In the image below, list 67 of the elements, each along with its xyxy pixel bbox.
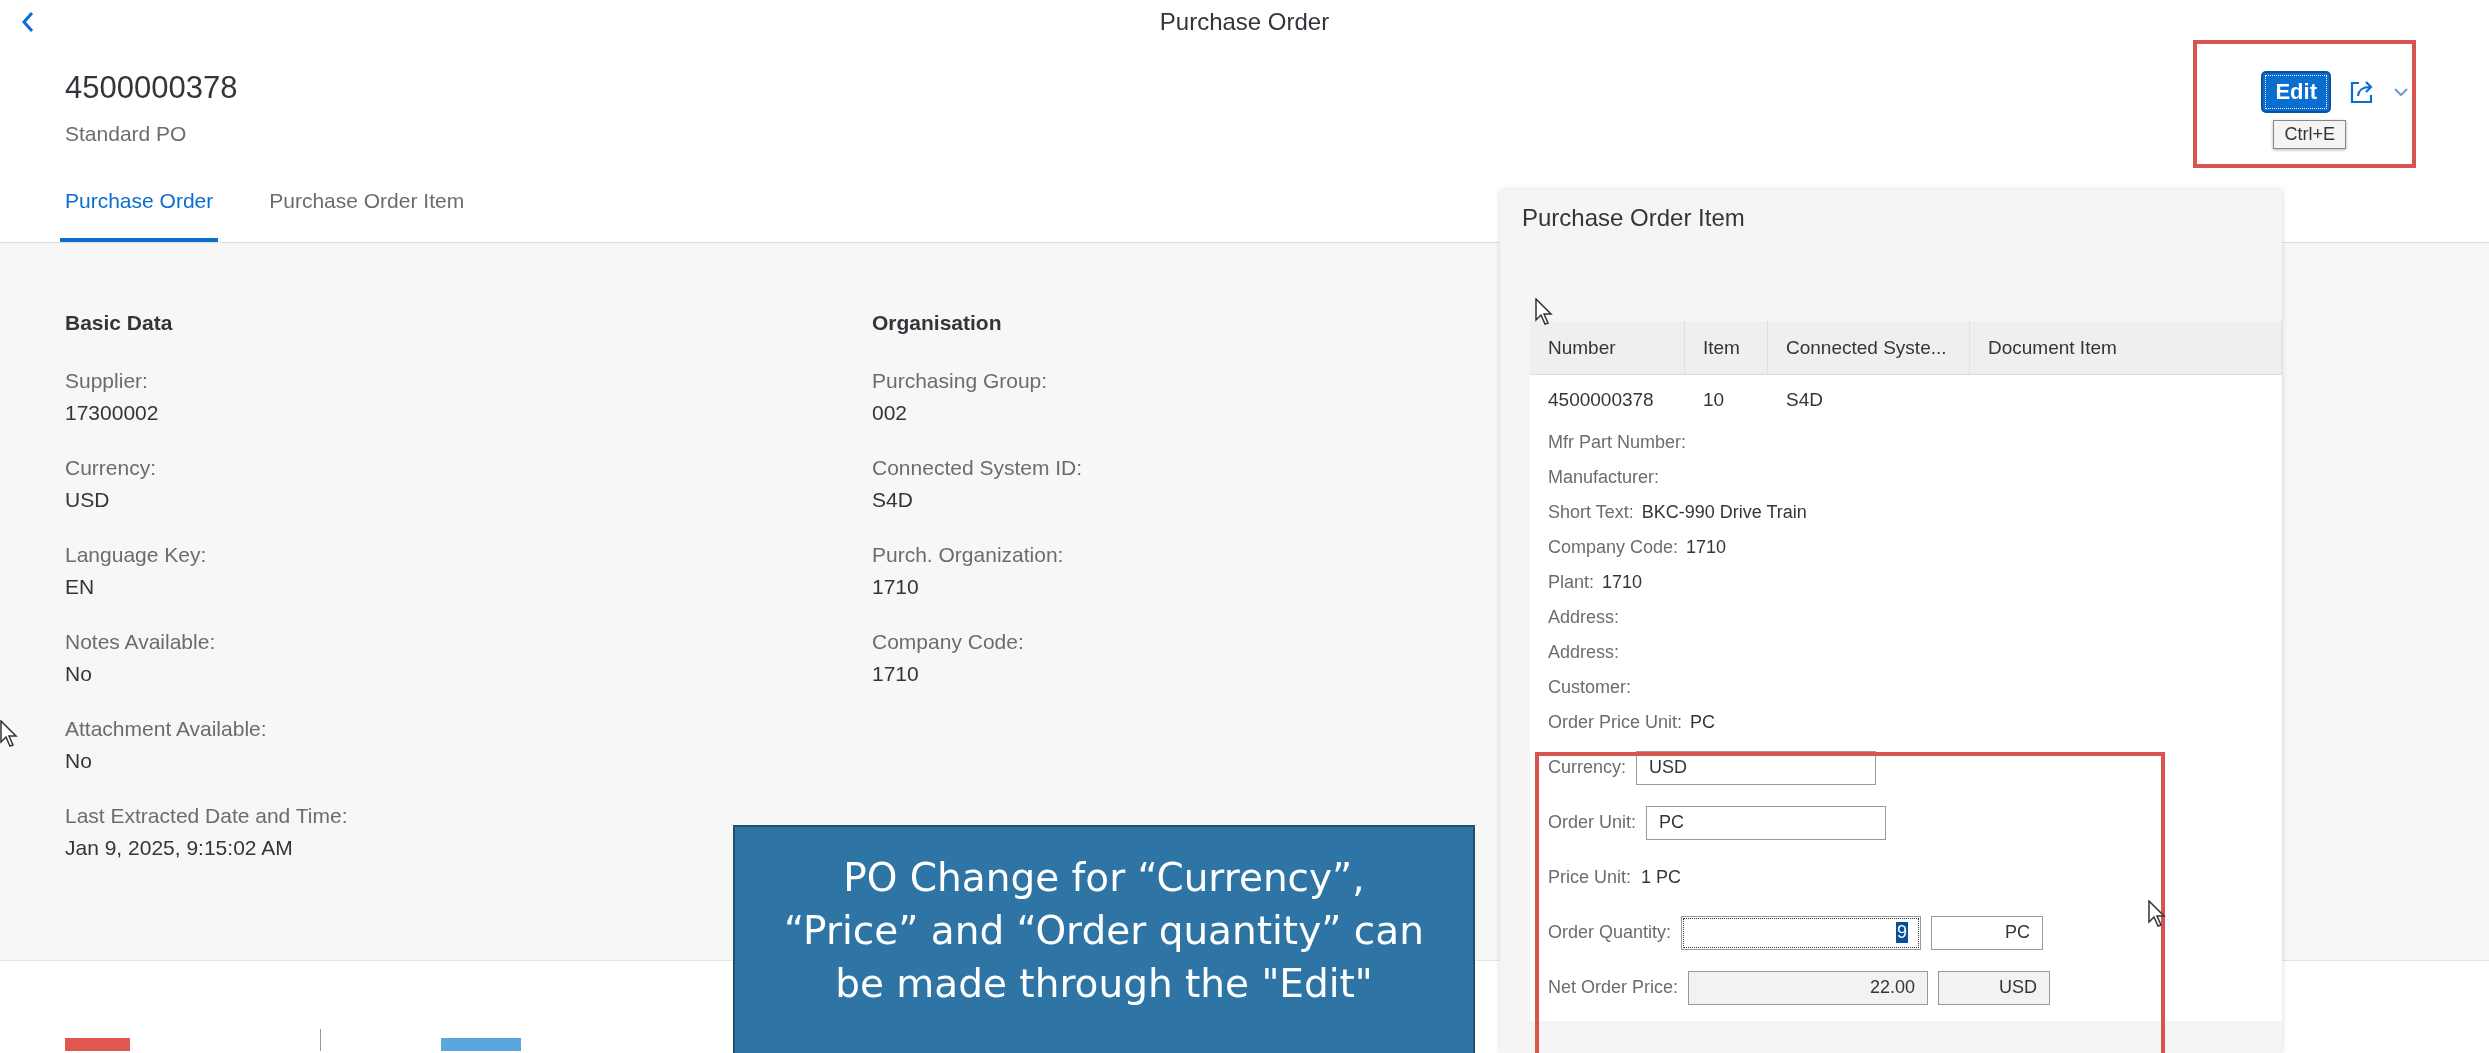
field-label: Connected System ID:: [872, 456, 1083, 480]
object-number: 4500000378: [65, 70, 238, 106]
callout-text: PO Change for “Currency”,: [842, 854, 1366, 902]
object-subtitle: Standard PO: [65, 122, 188, 146]
section-title: Organisation: [872, 311, 1002, 335]
field-value: 002: [872, 401, 908, 425]
field-value: 1710: [872, 662, 919, 686]
field-label: Manufacturer:: [1548, 467, 1660, 488]
field-value: 1710: [1602, 572, 1643, 593]
field-label: Supplier:: [65, 369, 148, 393]
pointer-icon: [2148, 900, 2166, 928]
field-label: Mfr Part Number:: [1548, 432, 1687, 453]
callout-text: “Price” and “Order quantity” can: [783, 907, 1425, 955]
share-icon[interactable]: [2349, 79, 2375, 105]
tab[interactable]: Purchase Order Item: [264, 164, 470, 242]
field-label: Price Unit:: [1548, 867, 1632, 888]
field-label: Company Code:: [872, 630, 1024, 654]
pointer-icon: [1535, 298, 1553, 326]
field-label: Address:: [1548, 607, 1620, 628]
field-label: Customer:: [1548, 677, 1632, 698]
field-value: Jan 9, 2025, 9:15:02 AM: [65, 836, 293, 860]
field-label: Order Price Unit:: [1548, 712, 1683, 733]
field-label: Address:: [1548, 642, 1620, 663]
field-label: Order Unit:: [1548, 812, 1637, 833]
field-label: Currency:: [1548, 757, 1627, 778]
field-value: 1710: [1686, 537, 1727, 558]
section-title: Basic Data: [65, 311, 173, 335]
column-header[interactable]: Item: [1685, 321, 1768, 374]
field-label: Purchasing Group:: [872, 369, 1048, 393]
input-field[interactable]: 22.00: [1688, 970, 1929, 1005]
dropdown-icon[interactable]: [2393, 86, 2409, 98]
field-label: Short Text:: [1548, 502, 1634, 523]
page-title: Purchase Order: [1159, 8, 1330, 36]
input-field[interactable]: PC: [1646, 805, 1887, 840]
field-value: No: [65, 662, 92, 686]
field-value: S4D: [872, 488, 913, 512]
unit-field[interactable]: USD: [1938, 970, 2051, 1005]
field-label: Purch. Organization:: [872, 543, 1064, 567]
field-label: Last Extracted Date and Time:: [65, 804, 348, 828]
callout-text: be made through the "Edit": [834, 960, 1374, 1008]
field-value: EN: [65, 575, 95, 599]
field-value: USD: [65, 488, 110, 512]
back-icon[interactable]: [20, 10, 36, 34]
field-value: BKC-990 Drive Train: [1641, 502, 1807, 523]
field-value: 1710: [872, 575, 919, 599]
field-label: Order Quantity:: [1548, 922, 1672, 943]
field-value: PC: [1690, 712, 1716, 733]
unit-field[interactable]: PC: [1931, 915, 2044, 950]
dialog-title: Purchase Order Item: [1522, 204, 1745, 232]
column-header[interactable]: Document Item: [1970, 321, 2282, 374]
table-cell-text: S4D: [1785, 389, 1824, 411]
field-label: Currency:: [65, 456, 157, 480]
column-header[interactable]: Connected Syste...: [1768, 321, 1970, 374]
field-label: Language Key:: [65, 543, 207, 567]
field-value: 17300002: [65, 401, 159, 425]
field-label: Attachment Available:: [65, 717, 267, 741]
field-value: No: [65, 749, 92, 773]
table-cell-text: 4500000378: [1547, 389, 1655, 411]
field-label: Company Code:: [1548, 537, 1679, 558]
field-label: Plant:: [1548, 572, 1595, 593]
field-label: Notes Available:: [65, 630, 216, 654]
input-field[interactable]: 9: [1681, 915, 1922, 950]
table-cell-text: 10: [1702, 389, 1726, 411]
field-value: 1 PC: [1641, 867, 1682, 888]
tooltip: Ctrl+E: [2273, 120, 2346, 149]
edit-button[interactable]: Edit: [2261, 71, 2331, 113]
field-label: Net Order Price:: [1548, 977, 1679, 998]
